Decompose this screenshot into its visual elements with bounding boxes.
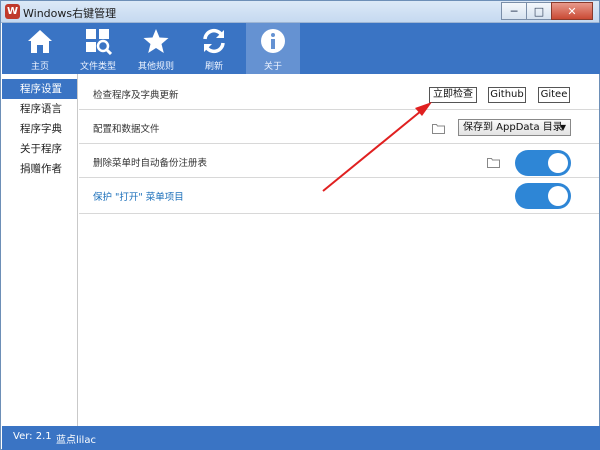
- sidebar-item-program-dictionary[interactable]: 程序字典: [2, 119, 77, 139]
- config-files-label: 配置和数据文件: [93, 124, 160, 135]
- sidebar-item-about-program[interactable]: 关于程序: [2, 139, 77, 159]
- close-button[interactable]: ✕: [551, 2, 593, 20]
- sidebar-item-program-settings[interactable]: 程序设置: [2, 79, 77, 99]
- toolbar-file-types-button[interactable]: 文件类型: [71, 23, 125, 74]
- toggle-knob: [548, 186, 568, 206]
- window-title: Windows右键管理: [23, 7, 117, 20]
- sidebar-item-program-language[interactable]: 程序语言: [2, 99, 77, 119]
- github-button[interactable]: Github: [488, 87, 526, 103]
- protect-open-label: 保护 "打开" 菜单项目: [93, 192, 184, 203]
- toolbar-about-label: 关于: [263, 62, 282, 72]
- protect-open-toggle[interactable]: [515, 183, 571, 209]
- version-label: Ver: 2.1: [13, 431, 52, 442]
- file-types-icon: [86, 29, 112, 55]
- open-folder-icon[interactable]: [432, 123, 445, 134]
- settings-panel: 检查程序及字典更新 立即检查 Github Gitee 配置和数据文件 保存到 …: [79, 74, 599, 426]
- toolbar-file-types-label: 文件类型: [79, 62, 116, 72]
- app-window: W Windows右键管理 ─ □ ✕ 主页 文件类型 其他规则 刷新 关于 程…: [0, 0, 600, 450]
- sidebar: 程序设置 程序语言 程序字典 关于程序 捐赠作者: [2, 74, 78, 426]
- sidebar-item-donate[interactable]: 捐赠作者: [2, 159, 77, 179]
- window-controls: ─ □ ✕: [501, 2, 593, 20]
- backup-registry-toggle[interactable]: [515, 150, 571, 176]
- toolbar-about-button[interactable]: 关于: [246, 23, 300, 74]
- toolbar-home-label: 主页: [30, 62, 49, 72]
- config-location-value: 保存到 AppData 目录: [463, 122, 563, 133]
- check-update-row: 检查程序及字典更新 立即检查 Github Gitee: [79, 76, 599, 110]
- toolbar-home-button[interactable]: 主页: [13, 23, 67, 74]
- app-logo-icon: W: [5, 4, 20, 19]
- home-icon: [28, 30, 52, 53]
- toolbar-refresh-label: 刷新: [204, 62, 223, 72]
- minimize-button[interactable]: ─: [501, 2, 527, 20]
- info-icon: [261, 29, 285, 53]
- refresh-icon: [203, 28, 225, 54]
- check-update-label: 检查程序及字典更新: [93, 90, 179, 101]
- status-bar: Ver: 2.1 蓝点lilac: [2, 426, 600, 450]
- toggle-knob: [548, 153, 568, 173]
- main-toolbar: 主页 文件类型 其他规则 刷新 关于: [2, 23, 600, 74]
- toolbar-other-rules-button[interactable]: 其他规则: [129, 23, 183, 74]
- author-link[interactable]: 蓝点lilac: [56, 431, 96, 446]
- chevron-down-icon: ▼: [559, 123, 566, 132]
- backup-folder-icon[interactable]: [487, 157, 500, 168]
- gitee-button[interactable]: Gitee: [538, 87, 570, 103]
- check-now-button[interactable]: 立即检查: [429, 87, 477, 103]
- maximize-button[interactable]: □: [526, 2, 552, 20]
- config-location-dropdown[interactable]: 保存到 AppData 目录 ▼: [458, 119, 571, 136]
- toolbar-refresh-button[interactable]: 刷新: [187, 23, 241, 74]
- star-icon: [143, 29, 169, 53]
- toolbar-other-rules-label: 其他规则: [137, 62, 174, 72]
- title-bar: W Windows右键管理 ─ □ ✕: [1, 1, 599, 23]
- backup-registry-label: 删除菜单时自动备份注册表: [93, 158, 208, 169]
